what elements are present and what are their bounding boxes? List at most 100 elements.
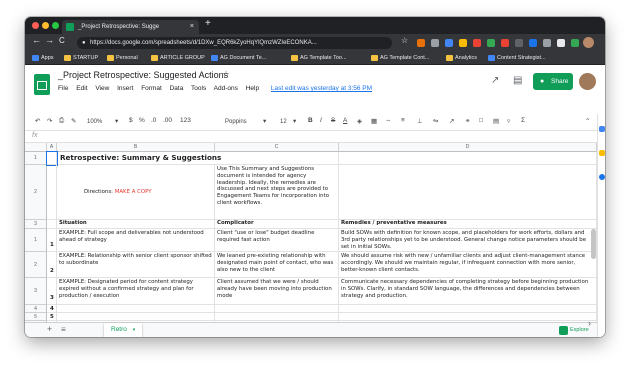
filter-icon[interactable]: ▿	[507, 117, 510, 125]
last-edit-link[interactable]: Last edit was yesterday at 3:56 PM	[271, 85, 372, 92]
row-header[interactable]: 5	[25, 313, 47, 321]
menu-file[interactable]: File	[58, 85, 68, 92]
extension-icon[interactable]	[571, 39, 579, 47]
sheets-logo-icon[interactable]	[34, 74, 50, 95]
minimize-window-dot[interactable]	[42, 22, 49, 29]
column-header-d[interactable]: D	[339, 143, 597, 152]
zoom-select[interactable]: 100%	[87, 116, 102, 128]
percent-format-button[interactable]: %	[139, 117, 145, 124]
row-header[interactable]: 1	[25, 229, 47, 252]
cell[interactable]	[339, 165, 597, 220]
menu-format[interactable]: Format	[141, 85, 162, 92]
share-button[interactable]: ● Share	[533, 73, 573, 90]
tasks-icon[interactable]	[599, 174, 605, 180]
text-rotation-icon[interactable]: ↗	[449, 117, 454, 125]
complicator-cell[interactable]	[215, 305, 339, 313]
keep-icon[interactable]	[599, 150, 605, 156]
document-title[interactable]: _Project Retrospective: Suggested Action…	[58, 70, 228, 80]
situation-cell[interactable]	[57, 313, 215, 321]
browser-tab[interactable]: _Project Retrospective: Sugge ×	[62, 20, 199, 34]
borders-icon[interactable]: ▦	[371, 117, 377, 125]
header-complicator[interactable]: Complicator	[215, 220, 339, 229]
extension-icon[interactable]	[529, 39, 537, 47]
functions-icon[interactable]: Σ	[521, 117, 525, 124]
menu-addons[interactable]: Add-ons	[214, 85, 238, 92]
strikethrough-button[interactable]: S	[331, 117, 335, 124]
comments-icon[interactable]: ▤	[513, 75, 522, 86]
cell[interactable]	[47, 220, 57, 229]
menu-insert[interactable]: Insert	[117, 85, 133, 92]
vertical-align-icon[interactable]: ⊥	[417, 117, 423, 125]
directions-cell[interactable]: Directions: MAKE A COPY	[57, 165, 215, 220]
sheet-title[interactable]: Retrospective: Summary & Suggestions	[57, 152, 339, 165]
italic-button[interactable]: I	[320, 117, 322, 124]
remedy-cell[interactable]: We should assume risk with new / unfamil…	[339, 252, 597, 278]
back-arrow-icon[interactable]: ←	[32, 35, 41, 45]
header-situation[interactable]: Situation	[57, 220, 215, 229]
entry-number[interactable]: 2	[47, 252, 57, 278]
merge-cells-icon[interactable]: ⇔	[385, 117, 392, 124]
activity-trend-icon[interactable]: ↗	[491, 75, 499, 86]
entry-number[interactable]: 5	[47, 313, 57, 321]
new-tab-button[interactable]: +	[205, 18, 211, 29]
extension-icon[interactable]	[459, 39, 467, 47]
font-size-select[interactable]: 12	[280, 116, 287, 128]
profile-avatar[interactable]	[583, 37, 594, 48]
explore-button[interactable]: Explore	[559, 325, 589, 335]
extension-icon[interactable]	[473, 39, 481, 47]
situation-cell[interactable]: EXAMPLE: Full scope and deliverables not…	[57, 229, 215, 252]
remedy-cell[interactable]	[339, 305, 597, 313]
menu-tools[interactable]: Tools	[191, 85, 206, 92]
extension-icon[interactable]	[543, 39, 551, 47]
bookmark-apps[interactable]: Apps	[31, 53, 54, 64]
fill-color-icon[interactable]: ◈	[357, 117, 362, 125]
situation-cell[interactable]	[57, 305, 215, 313]
paint-format-icon[interactable]: ✎	[71, 117, 76, 125]
row-header[interactable]: 3	[25, 220, 47, 229]
bookmark-startup[interactable]: STARTUP	[63, 53, 98, 64]
row-header[interactable]: 1	[25, 152, 47, 165]
extension-icon[interactable]	[557, 39, 565, 47]
bookmark-article-group[interactable]: ARTICLE GROUP	[150, 53, 205, 64]
menu-edit[interactable]: Edit	[76, 85, 87, 92]
tab-retro[interactable]: Retro ▾	[104, 323, 142, 337]
extension-icon[interactable]	[431, 39, 439, 47]
cell[interactable]	[47, 165, 57, 220]
select-all-corner[interactable]	[25, 143, 47, 152]
close-window-dot[interactable]	[32, 22, 39, 29]
situation-cell[interactable]: EXAMPLE: Designated period for content s…	[57, 278, 215, 305]
extension-icon[interactable]	[417, 39, 425, 47]
entry-number[interactable]: 4	[47, 305, 57, 313]
bookmark-personal[interactable]: Personal	[106, 53, 138, 64]
reload-icon[interactable]: C	[59, 36, 65, 45]
extension-icon[interactable]	[515, 39, 523, 47]
extension-icon[interactable]	[445, 39, 453, 47]
font-family-select[interactable]: Poppins	[225, 116, 247, 128]
formula-bar[interactable]: fx	[25, 131, 597, 143]
more-formats-button[interactable]: 123	[180, 117, 191, 124]
remedy-cell[interactable]: Communicate necessary dependencies of co…	[339, 278, 597, 305]
entry-number[interactable]: 1	[47, 229, 57, 252]
print-icon[interactable]: ⎙	[59, 117, 64, 125]
row-header[interactable]: 3	[25, 278, 47, 305]
column-header-c[interactable]: C	[215, 143, 339, 152]
situation-cell[interactable]: EXAMPLE: Relationship with senior client…	[57, 252, 215, 278]
redo-icon[interactable]: ↷	[47, 117, 52, 125]
vertical-scrollbar[interactable]	[591, 229, 596, 259]
menu-help[interactable]: Help	[246, 85, 259, 92]
bookmark-content-strategist[interactable]: Content Strategist...	[487, 53, 546, 64]
forward-arrow-icon[interactable]: →	[45, 35, 54, 45]
avatar[interactable]	[579, 73, 596, 90]
menu-data[interactable]: Data	[170, 85, 184, 92]
chevron-up-icon[interactable]: ⌃	[585, 117, 590, 125]
text-color-button[interactable]: A	[343, 117, 347, 124]
close-tab-icon[interactable]: ×	[190, 20, 194, 34]
url-bar[interactable]: ● https://docs.google.com/spreadsheets/d…	[77, 37, 392, 49]
complicator-cell[interactable]: Client assumed that we were / should alr…	[215, 278, 339, 305]
cell[interactable]	[339, 152, 597, 165]
currency-format-button[interactable]: $	[129, 117, 133, 124]
decrease-decimal-button[interactable]: .0	[151, 117, 156, 124]
entry-number[interactable]: 3	[47, 278, 57, 305]
chevron-right-icon[interactable]: ›	[588, 318, 591, 328]
star-icon[interactable]: ☆	[222, 69, 230, 80]
